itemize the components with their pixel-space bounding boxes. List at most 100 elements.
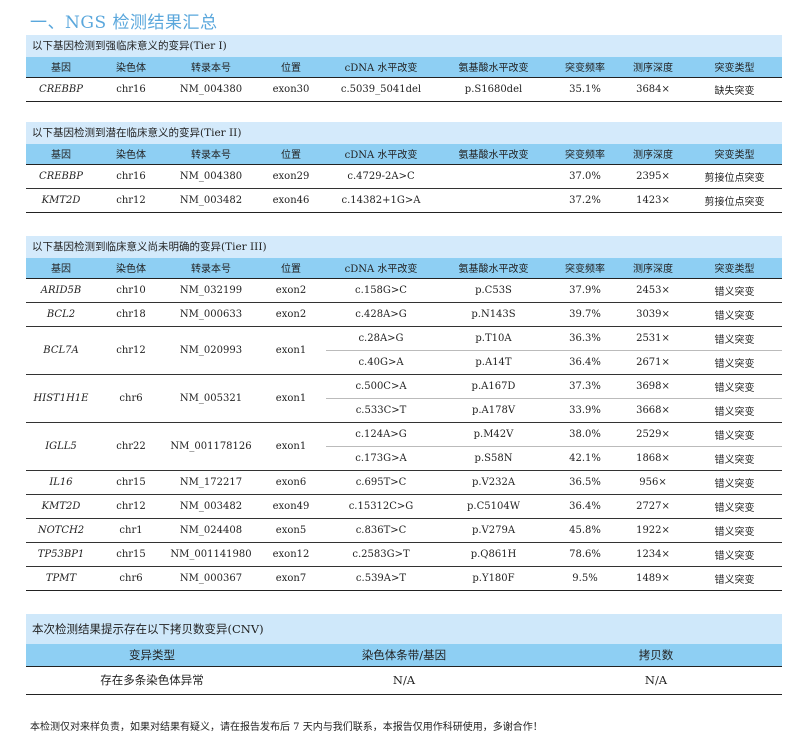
cell-chr: chr6 xyxy=(96,566,166,591)
cell-position: exon1 xyxy=(256,374,326,423)
cnv-header-copies: 拷贝数 xyxy=(530,644,782,667)
tier3-table: 基因 染色体 转录本号 位置 cDNA 水平改变 氨基酸水平改变 突变频率 测序深度 突变类型 … xyxy=(26,258,782,591)
cell-freq: 37.2% xyxy=(551,188,619,213)
cell-type: 错义突变 xyxy=(687,302,782,327)
cell-freq: 37.9% xyxy=(551,278,619,303)
cell-cdna: c.4729-2A>C xyxy=(326,164,436,189)
column-header-aa: 氨基酸水平改变 xyxy=(436,144,551,165)
column-header-position: 位置 xyxy=(256,144,326,165)
column-header-depth: 测序深度 xyxy=(619,144,687,165)
column-header-transcript: 转录本号 xyxy=(166,258,256,279)
cell-position: exon49 xyxy=(256,494,326,519)
column-header-freq: 突变频率 xyxy=(551,258,619,279)
table-row: TPMT chr6 NM_000367 exon7 c.539A>T p.Y180F 9.5… xyxy=(26,566,782,591)
column-header-cdna: cDNA 水平改变 xyxy=(326,144,436,165)
cell-type: 错义突变 xyxy=(687,422,782,447)
cell-aa: p.V279A xyxy=(436,518,551,543)
cnv-header-type: 变异类型 xyxy=(26,644,278,667)
cell-depth: 956× xyxy=(619,470,687,495)
header-row: 基因 染色体 转录本号 位置 cDNA 水平改变 氨基酸水平改变 突变频率 测序深度 突变类型 xyxy=(26,144,782,165)
header-row: 基因 染色体 转录本号 位置 cDNA 水平改变 氨基酸水平改变 突变频率 测序深度 突变类型 xyxy=(26,258,782,279)
cell-transcript: NM_024408 xyxy=(166,518,256,543)
cell-position: exon30 xyxy=(256,77,326,102)
page-title: 一、NGS 检测结果汇总 xyxy=(30,13,218,33)
cell-position: exon1 xyxy=(256,422,326,471)
cell-cdna: c.14382+1G>A xyxy=(326,188,436,213)
column-header-aa: 氨基酸水平改变 xyxy=(436,57,551,78)
cell-chr: chr16 xyxy=(96,77,166,102)
table-row: TP53BP1 chr15 NM_001141980 exon12 c.2583G>T p… xyxy=(26,542,782,567)
cell-freq: 35.1% xyxy=(551,77,619,102)
header-row: 基因 染色体 转录本号 位置 cDNA 水平改变 氨基酸水平改变 突变频率 测序深度 突变类型 xyxy=(26,57,782,78)
cell-cdna: c.124A>G xyxy=(326,422,436,447)
cell-freq: 39.7% xyxy=(551,302,619,327)
column-header-gene: 基因 xyxy=(26,258,96,279)
cell-depth: 2727× xyxy=(619,494,687,519)
cell-gene: KMT2D xyxy=(26,188,96,213)
cell-position: exon5 xyxy=(256,518,326,543)
cell-aa: p.Y180F xyxy=(436,566,551,591)
cell-depth: 3668× xyxy=(619,398,687,423)
cnv-table: 变异类型 染色体条带/基因 拷贝数 存在多条染色体异常 N/A N/A xyxy=(26,644,782,695)
cell-freq: 45.8% xyxy=(551,518,619,543)
cell-depth: 1234× xyxy=(619,542,687,567)
cell-position: exon2 xyxy=(256,278,326,303)
cell-gene: TPMT xyxy=(26,566,96,591)
column-header-transcript: 转录本号 xyxy=(166,144,256,165)
cell-transcript: NM_004380 xyxy=(166,77,256,102)
cell-freq: 36.3% xyxy=(551,326,619,351)
cell-depth: 3039× xyxy=(619,302,687,327)
cell-gene: IL16 xyxy=(26,470,96,495)
column-header-chr: 染色体 xyxy=(96,57,166,78)
cell-type: 错义突变 xyxy=(687,566,782,591)
cell-type: 错义突变 xyxy=(687,398,782,423)
cell-type: 错义突变 xyxy=(687,374,782,399)
column-header-gene: 基因 xyxy=(26,57,96,78)
cnv-copies: N/A xyxy=(530,666,782,695)
column-header-chr: 染色体 xyxy=(96,144,166,165)
cnv-title: 本次检测结果提示存在以下拷贝数变异(CNV) xyxy=(32,622,264,636)
cell-position: exon46 xyxy=(256,188,326,213)
cell-chr: chr10 xyxy=(96,278,166,303)
cell-aa: p.N143S xyxy=(436,302,551,327)
cell-aa: p.Q861H xyxy=(436,542,551,567)
column-header-depth: 测序深度 xyxy=(619,57,687,78)
cell-freq: 36.5% xyxy=(551,470,619,495)
cell-freq: 37.3% xyxy=(551,374,619,399)
cell-cdna: c.695T>C xyxy=(326,470,436,495)
cell-aa: p.A167D xyxy=(436,374,551,399)
cell-aa: p.S58N xyxy=(436,446,551,471)
cell-freq: 38.0% xyxy=(551,422,619,447)
cell-type: 错义突变 xyxy=(687,542,782,567)
cell-position: exon12 xyxy=(256,542,326,567)
cell-chr: chr12 xyxy=(96,326,166,375)
table-row: BCL7A chr12 NM_020993 exon1 c.28A>G p.T10A 36.… xyxy=(26,326,782,375)
cell-type: 剪接位点突变 xyxy=(687,164,782,189)
table-row: IGLL5 chr22 NM_001178126 exon1 c.124A>G p.M42… xyxy=(26,422,782,471)
cell-gene: CREBBP xyxy=(26,77,96,102)
column-header-position: 位置 xyxy=(256,57,326,78)
tier1-title: 以下基因检测到强临床意义的变异(Tier I) xyxy=(26,35,782,57)
cell-chr: chr22 xyxy=(96,422,166,471)
cell-freq: 37.0% xyxy=(551,164,619,189)
column-header-depth: 测序深度 xyxy=(619,258,687,279)
cell-position: exon7 xyxy=(256,566,326,591)
tier3-title: 以下基因检测到临床意义尚未明确的变异(Tier III) xyxy=(26,236,782,258)
cell-cdna: c.28A>G xyxy=(326,326,436,351)
tier2-title: 以下基因检测到潜在临床意义的变异(Tier II) xyxy=(26,122,782,144)
table-row: CREBBP chr16 NM_004380 exon29 c.4729-2A>C 37.… xyxy=(26,164,782,189)
cell-gene: NOTCH2 xyxy=(26,518,96,543)
cell-aa: p.A14T xyxy=(436,350,551,375)
cell-type: 错义突变 xyxy=(687,278,782,303)
cell-transcript: NM_032199 xyxy=(166,278,256,303)
cell-depth: 2531× xyxy=(619,326,687,351)
cell-position: exon29 xyxy=(256,164,326,189)
column-header-type: 突变类型 xyxy=(687,258,782,279)
cell-aa: p.S1680del xyxy=(436,77,551,102)
cell-aa: p.V232A xyxy=(436,470,551,495)
cell-cdna: c.173G>A xyxy=(326,446,436,471)
column-header-type: 突变类型 xyxy=(687,57,782,78)
cell-transcript: NM_003482 xyxy=(166,494,256,519)
table-row: CREBBP chr16 NM_004380 exon30 c.5039_5041del… xyxy=(26,77,782,102)
cell-depth: 2395× xyxy=(619,164,687,189)
